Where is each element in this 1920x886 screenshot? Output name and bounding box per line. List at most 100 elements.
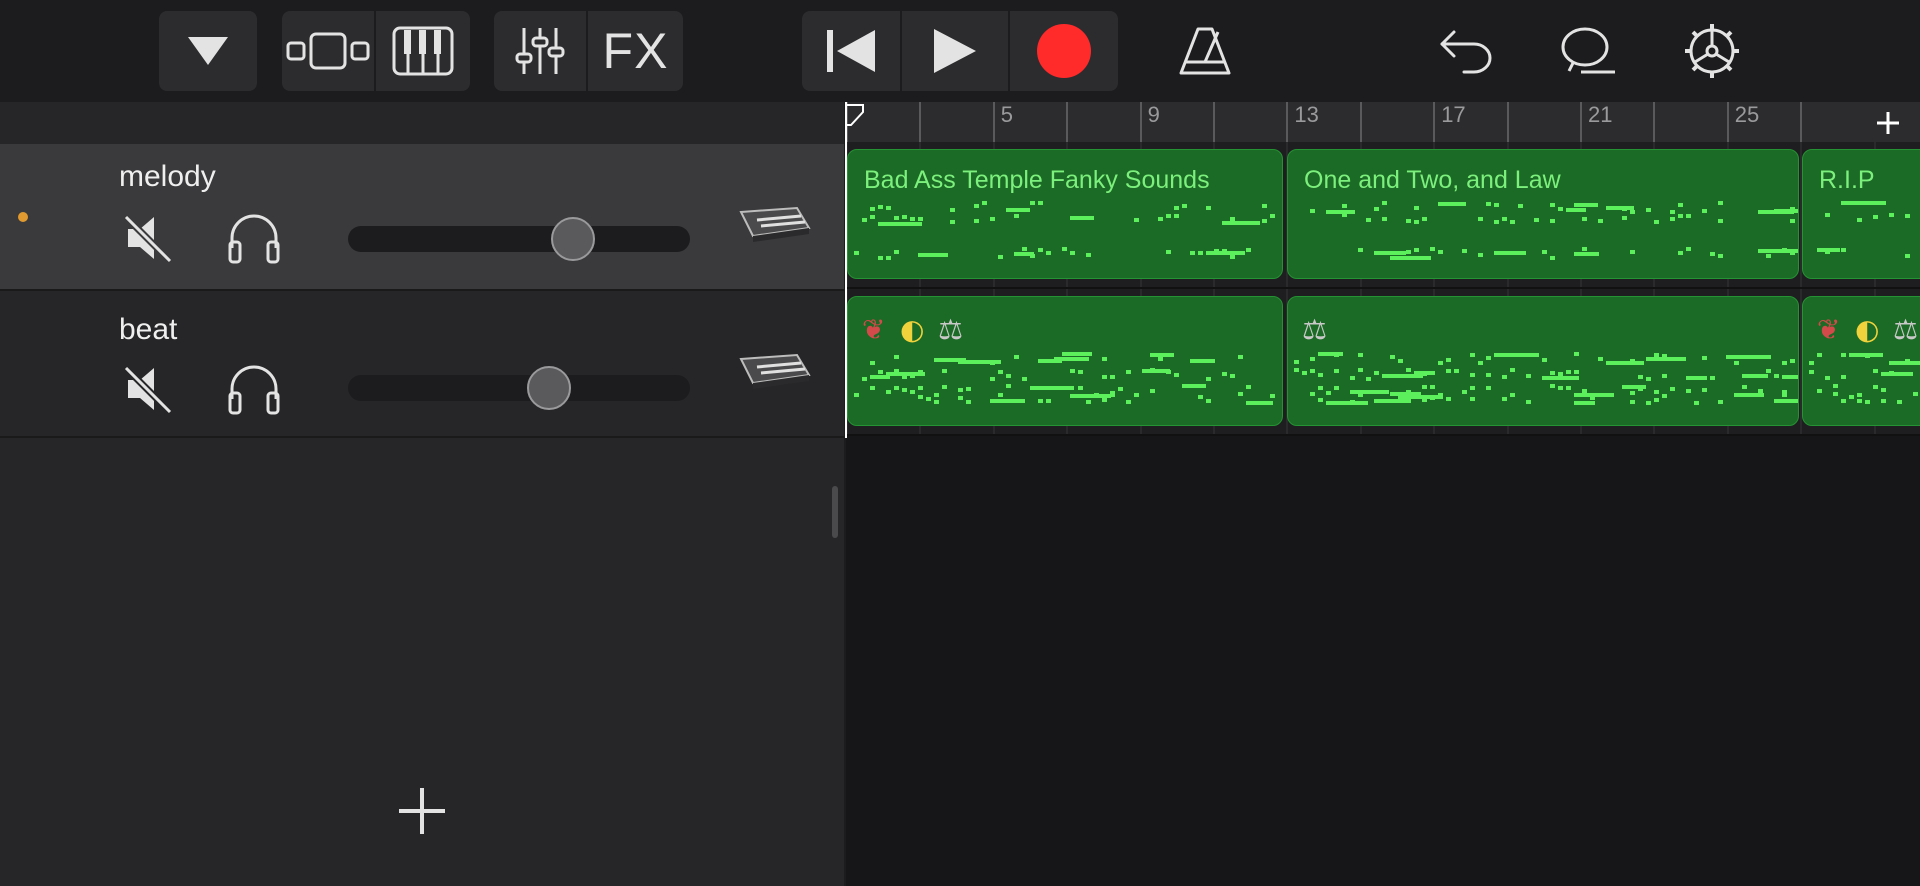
midi-note — [1126, 370, 1131, 374]
midi-note — [1833, 392, 1838, 396]
play-icon — [934, 29, 976, 73]
play-button[interactable] — [902, 11, 1008, 91]
midi-note — [878, 256, 883, 260]
midi-note — [1406, 390, 1411, 394]
midi-note — [1542, 250, 1547, 254]
midi-note — [1574, 252, 1599, 256]
midi-note — [1150, 389, 1155, 393]
track-header-beat[interactable]: beat — [0, 291, 844, 438]
keyboard-button[interactable] — [376, 11, 470, 91]
midi-note — [1270, 214, 1275, 218]
tracks-timeline[interactable]: Bad Ass Temple Fanky Sounds One and Two, … — [846, 142, 1920, 886]
midi-note — [1110, 375, 1115, 379]
midi-note — [1510, 220, 1515, 224]
solo-button[interactable] — [222, 361, 286, 417]
panel-resize-handle[interactable] — [832, 486, 838, 538]
metronome-button[interactable] — [1170, 11, 1240, 91]
midi-note — [1686, 214, 1691, 218]
midi-region[interactable]: ❦ ◐ ⚖ — [1802, 296, 1920, 426]
midi-note — [1342, 213, 1347, 217]
volume-slider[interactable] — [348, 366, 690, 410]
midi-note — [1206, 206, 1211, 210]
add-track-button[interactable] — [394, 783, 450, 839]
midi-note — [1550, 256, 1555, 260]
volume-slider-thumb[interactable] — [526, 366, 571, 410]
midi-note — [1750, 374, 1755, 378]
track-lane-melody[interactable]: Bad Ass Temple Fanky Sounds One and Two, … — [846, 142, 1920, 289]
ruler-tick — [1213, 102, 1215, 142]
midi-note — [886, 390, 891, 394]
go-to-beginning-button[interactable] — [802, 11, 900, 91]
midi-note — [918, 395, 923, 399]
midi-note — [862, 377, 867, 381]
midi-note — [1238, 355, 1243, 359]
midi-note — [1430, 247, 1435, 251]
midi-note — [1014, 355, 1019, 359]
playhead-handle-icon[interactable] — [845, 104, 865, 126]
midi-note — [966, 387, 971, 391]
midi-note — [1382, 217, 1387, 221]
region-name: R.I.P — [1819, 166, 1875, 194]
ruler-tick — [1139, 102, 1142, 142]
midi-note — [1817, 353, 1822, 357]
midi-note — [1841, 353, 1846, 357]
midi-note — [990, 399, 1025, 403]
playhead[interactable] — [845, 102, 847, 438]
midi-note — [1566, 370, 1571, 374]
midi-note — [1238, 392, 1243, 396]
midi-region[interactable]: ❦ ◐ ⚖ — [847, 296, 1283, 426]
midi-note — [1230, 217, 1235, 221]
settings-button[interactable] — [1680, 11, 1744, 91]
mixer-button[interactable] — [494, 11, 586, 91]
volume-slider[interactable] — [348, 217, 690, 261]
midi-note — [1430, 385, 1435, 389]
mute-button[interactable] — [118, 210, 178, 266]
midi-note — [1174, 206, 1179, 210]
loop-browser-button[interactable] — [1556, 11, 1620, 91]
midi-note — [1214, 249, 1219, 253]
bar-ruler[interactable]: 5 9 13 17 21 25 — [846, 102, 1920, 142]
track-header-melody[interactable]: melody — [0, 144, 844, 291]
midi-note — [854, 393, 859, 397]
moon-icon: ◐ — [900, 313, 925, 346]
mute-button[interactable] — [118, 361, 178, 417]
midi-note — [1454, 369, 1459, 373]
solo-button[interactable] — [222, 210, 286, 266]
undo-button[interactable] — [1434, 11, 1498, 91]
midi-note — [990, 361, 995, 365]
midi-note — [1438, 250, 1443, 254]
tracks-view-icon — [286, 32, 370, 70]
midi-region[interactable]: One and Two, and Law — [1287, 149, 1799, 279]
volume-slider-thumb[interactable] — [550, 217, 595, 261]
midi-note — [1406, 250, 1411, 254]
midi-note — [1422, 385, 1427, 389]
midi-note — [1342, 204, 1347, 208]
fx-button[interactable]: FX — [588, 11, 683, 91]
midi-region[interactable]: Bad Ass Temple Fanky Sounds — [847, 149, 1283, 279]
midi-note — [1550, 219, 1555, 223]
midi-note — [1590, 396, 1595, 400]
midi-note — [1166, 250, 1171, 254]
midi-note — [1841, 248, 1846, 252]
midi-note — [878, 222, 922, 226]
midi-note — [1502, 397, 1507, 401]
midi-region[interactable]: R.I.P — [1802, 149, 1920, 279]
instrument-icon[interactable] — [735, 353, 811, 394]
midi-region[interactable]: ⚖ — [1287, 296, 1799, 426]
instrument-icon[interactable] — [735, 206, 811, 247]
midi-note — [1134, 393, 1139, 397]
my-songs-button[interactable] — [159, 11, 257, 91]
midi-note — [1718, 254, 1723, 258]
midi-note — [1030, 386, 1074, 390]
midi-note — [1062, 247, 1067, 251]
tracks-view-button[interactable] — [282, 11, 374, 91]
track-lane-beat[interactable]: ❦ ◐ ⚖ ⚖ ❦ ◐ ⚖ — [846, 289, 1920, 436]
midi-note — [1062, 352, 1092, 356]
undo-arrow-icon — [1440, 30, 1492, 74]
record-button[interactable] — [1010, 11, 1118, 91]
song-sections-button[interactable] — [1856, 102, 1920, 142]
plus-icon — [1877, 112, 1899, 134]
midi-note — [1110, 393, 1115, 397]
keyboard-instrument-icon — [739, 353, 811, 389]
midi-note — [862, 218, 867, 222]
